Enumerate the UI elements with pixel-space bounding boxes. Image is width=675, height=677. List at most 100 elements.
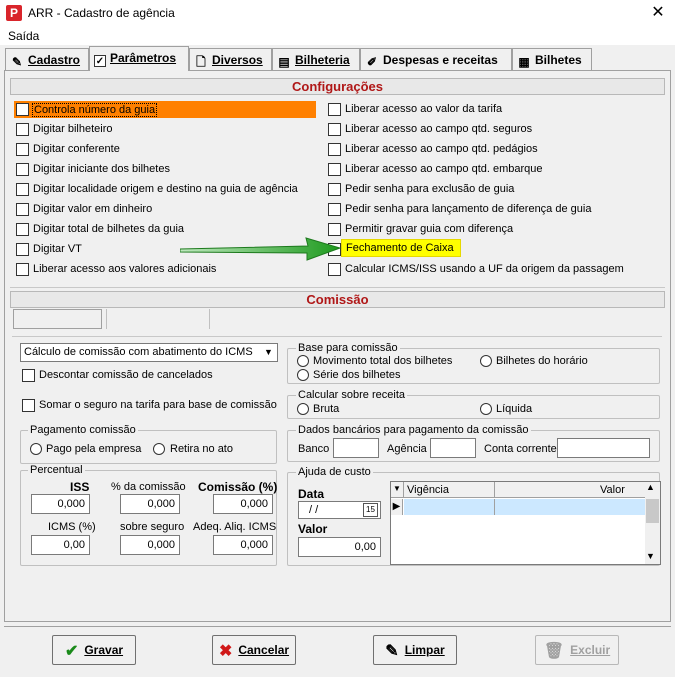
label-controla-numero: Controla número da guia xyxy=(32,103,158,117)
label-digitar-valor-dinheiro: Digitar valor em dinheiro xyxy=(33,203,153,215)
check-icon: ✔ xyxy=(64,643,79,660)
checkbox-liberar-valores-adicionais[interactable] xyxy=(16,263,29,276)
comissao-pct-label: Comissão (%) xyxy=(198,480,278,494)
calcular-receita-title: Calcular sobre receita xyxy=(296,389,407,401)
checkbox-liberar-valor-tarifa[interactable] xyxy=(328,103,341,116)
data-value: / / xyxy=(309,504,319,516)
label-movimento-total: Movimento total dos bilhetes xyxy=(313,355,453,367)
label-pago-empresa: Pago pela empresa xyxy=(46,443,142,455)
base-comissao-title: Base para comissão xyxy=(296,342,400,354)
icms-label: ICMS (%) xyxy=(48,521,96,533)
tab-cadastro[interactable]: ✎ Cadastro xyxy=(5,48,89,70)
checkbox-liberar-qtd-seguros[interactable] xyxy=(328,123,341,136)
checkbox-digitar-localidade[interactable] xyxy=(16,183,29,196)
label-bruta: Bruta xyxy=(313,403,340,415)
radio-liquida[interactable] xyxy=(480,403,492,415)
checkbox-liberar-qtd-embarque[interactable] xyxy=(328,163,341,176)
gravar-button[interactable]: ✔ Gravar xyxy=(52,635,136,665)
trash-icon: 🗑 xyxy=(543,643,565,660)
radio-retira-ato[interactable] xyxy=(153,443,165,455)
label-descontar-cancelados: Descontar comissão de cancelados xyxy=(39,369,213,381)
sub-tab[interactable] xyxy=(13,309,102,329)
tab-parametros[interactable]: ✓ Parâmetros xyxy=(89,46,189,71)
tab-bilhetes[interactable]: ▦ Bilhetes xyxy=(512,48,592,70)
label-digitar-vt: Digitar VT xyxy=(33,243,82,255)
tab-diversos[interactable]: 🗋 Diversos xyxy=(189,48,272,70)
label-liberar-qtd-pedagios: Liberar acesso ao campo qtd. pedágios xyxy=(345,143,538,155)
ajuda-custo-title: Ajuda de custo xyxy=(296,466,373,478)
conta-corrente-input[interactable] xyxy=(557,438,650,458)
checkbox-digitar-vt[interactable] xyxy=(16,243,29,256)
radio-serie-bilhetes[interactable] xyxy=(297,369,309,381)
label-senha-diferenca: Pedir senha para lançamento de diferença… xyxy=(345,203,592,215)
divider xyxy=(106,309,107,329)
col-vigencia[interactable]: Vigência xyxy=(407,484,449,496)
scroll-down-icon[interactable]: ▼ xyxy=(646,551,655,561)
cancelar-button[interactable]: ✖ Cancelar xyxy=(212,635,296,665)
pencil-icon: ✎ xyxy=(11,55,23,69)
limpar-button[interactable]: ✎ Limpar xyxy=(373,635,457,665)
col-valor[interactable]: Valor xyxy=(600,484,625,496)
pagamento-comissao-title: Pagamento comissão xyxy=(28,424,138,436)
excluir-button[interactable]: 🗑 Excluir xyxy=(535,635,619,665)
calculo-comissao-select[interactable]: Cálculo de comissão com abatimento do IC… xyxy=(20,343,278,362)
broom-icon: ✎ xyxy=(385,643,399,660)
label-serie-bilhetes: Série dos bilhetes xyxy=(313,369,401,381)
radio-bilhetes-horario[interactable] xyxy=(480,355,492,367)
tab-bilheteria[interactable]: ▤ Bilheteria xyxy=(272,48,360,70)
checkbox-icon: ✓ xyxy=(94,55,106,67)
checkbox-somar-seguro[interactable] xyxy=(22,399,35,412)
dados-bancarios-title: Dados bancários para pagamento da comiss… xyxy=(296,424,531,436)
label-gravar-com-diferenca: Permitir gravar guia com diferença xyxy=(345,223,514,235)
label-digitar-conferente: Digitar conferente xyxy=(33,143,120,155)
label-digitar-bilheteiro: Digitar bilheteiro xyxy=(33,123,113,135)
table-row[interactable] xyxy=(404,499,645,515)
calendar-icon[interactable]: 15 xyxy=(363,503,378,517)
agencia-input[interactable] xyxy=(430,438,476,458)
title-bar: P ARR - Cadastro de agência ✕ xyxy=(0,0,675,27)
valor-input[interactable]: 0,00 xyxy=(298,537,381,557)
divider xyxy=(10,287,665,288)
checkbox-digitar-valor-dinheiro[interactable] xyxy=(16,203,29,216)
scroll-up-icon[interactable]: ▲ xyxy=(646,482,655,492)
list-doc-icon: ▦ xyxy=(518,55,530,69)
divider xyxy=(494,499,495,515)
sobre-seguro-input[interactable]: 0,000 xyxy=(120,535,180,555)
label-digitar-iniciante: Digitar iniciante dos bilhetes xyxy=(33,163,170,175)
adeq-aliq-input[interactable]: 0,000 xyxy=(213,535,273,555)
checkbox-controla-numero[interactable] xyxy=(16,103,29,116)
label-digitar-localidade: Digitar localidade origem e destino na g… xyxy=(33,183,298,195)
agencia-label: Agência xyxy=(387,443,427,455)
icms-input[interactable]: 0,00 xyxy=(31,535,90,555)
checkbox-senha-diferenca[interactable] xyxy=(328,203,341,216)
label-liberar-valor-tarifa: Liberar acesso ao valor da tarifa xyxy=(345,103,503,115)
checkbox-digitar-bilheteiro[interactable] xyxy=(16,123,29,136)
page-icon: 🗋 xyxy=(196,55,206,69)
data-input[interactable]: / / 15 xyxy=(298,501,381,519)
label-liberar-qtd-embarque: Liberar acesso ao campo qtd. embarque xyxy=(345,163,543,175)
checkbox-digitar-total-bilhetes[interactable] xyxy=(16,223,29,236)
comissao-pct-input[interactable]: 0,000 xyxy=(213,494,273,514)
checkbox-liberar-qtd-pedagios[interactable] xyxy=(328,143,341,156)
checkbox-digitar-iniciante[interactable] xyxy=(16,163,29,176)
tab-despesas-receitas[interactable]: ✐ Despesas e receitas xyxy=(360,48,512,70)
scroll-thumb[interactable] xyxy=(646,499,659,523)
divider xyxy=(403,482,404,498)
radio-pago-empresa[interactable] xyxy=(30,443,42,455)
checkbox-senha-exclusao[interactable] xyxy=(328,183,341,196)
da-comissao-label: % da comissão xyxy=(111,481,186,493)
checkbox-gravar-com-diferenca[interactable] xyxy=(328,223,341,236)
label-somar-seguro: Somar o seguro na tarifa para base de co… xyxy=(39,399,277,411)
radio-movimento-total[interactable] xyxy=(297,355,309,367)
close-button[interactable]: ✕ xyxy=(645,2,671,24)
divider xyxy=(209,309,210,329)
checkbox-descontar-cancelados[interactable] xyxy=(22,369,35,382)
chevron-down-icon: ▼ xyxy=(264,347,273,357)
banco-input[interactable] xyxy=(333,438,379,458)
iss-input[interactable]: 0,000 xyxy=(31,494,90,514)
checkbox-digitar-conferente[interactable] xyxy=(16,143,29,156)
radio-bruta[interactable] xyxy=(297,403,309,415)
menu-item-saida[interactable]: Saída xyxy=(8,29,39,43)
label-bilhetes-horario: Bilhetes do horário xyxy=(496,355,588,367)
da-comissao-input[interactable]: 0,000 xyxy=(120,494,180,514)
